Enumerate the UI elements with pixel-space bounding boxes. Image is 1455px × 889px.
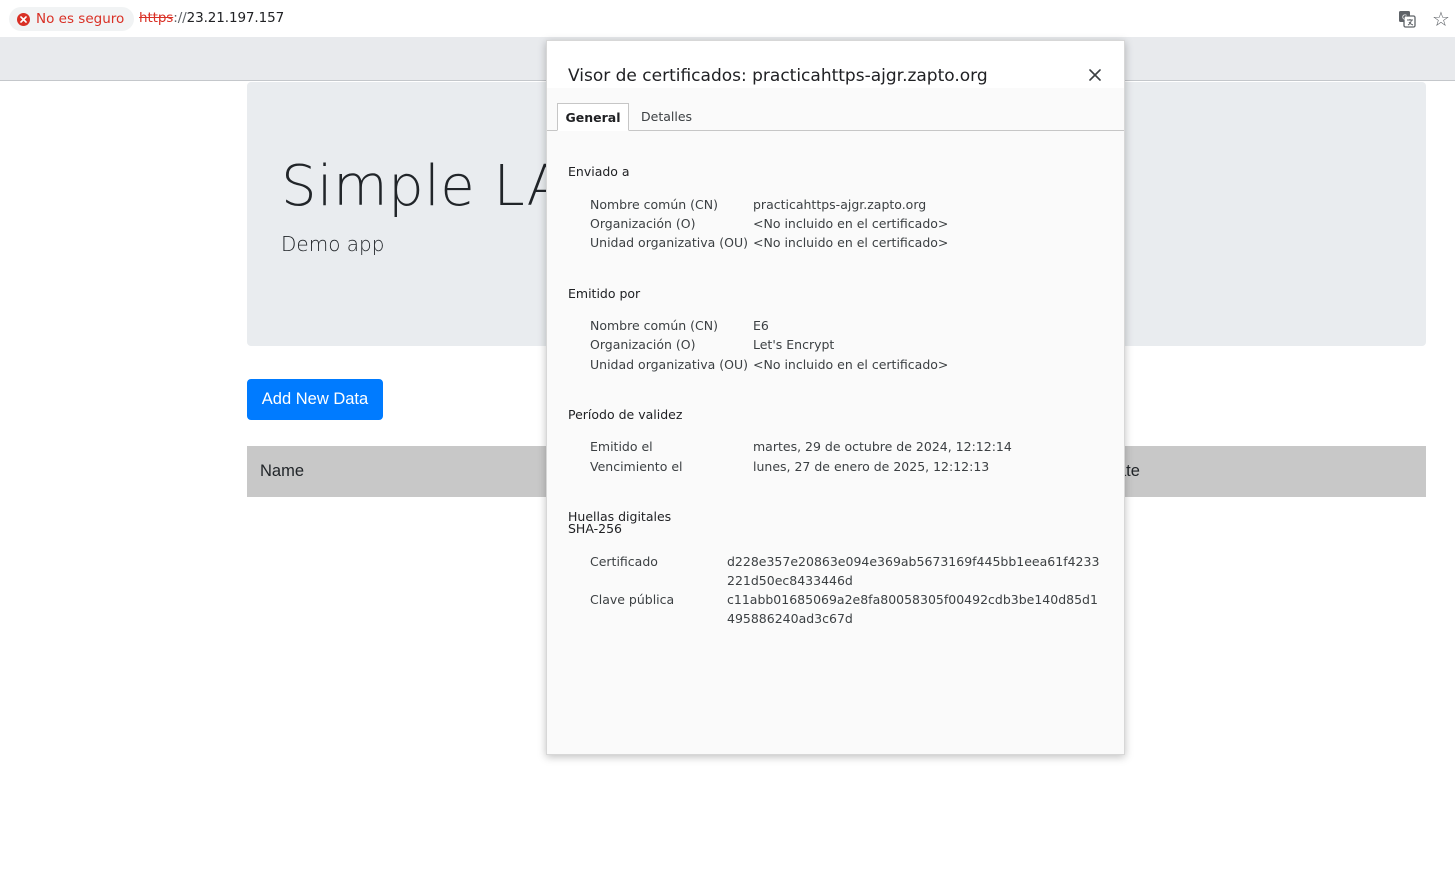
address-bar[interactable]: https://23.21.197.157 [139, 10, 284, 26]
validity-expires-label: Vencimiento el [590, 459, 683, 474]
add-new-data-button[interactable]: Add New Data [247, 379, 383, 420]
issued-by-o-label: Organización (O) [590, 337, 696, 352]
issued-to-o-label: Organización (O) [590, 216, 696, 231]
section-validity-title: Período de validez [568, 407, 683, 422]
issued-to-ou-label: Unidad organizativa (OU) [590, 235, 748, 250]
validity-issued-value: martes, 29 de octubre de 2024, 12:12:14 [753, 439, 1012, 454]
dialog-header: Visor de certificados: practicahttps-ajg… [547, 41, 1124, 88]
dialog-title: Visor de certificados: practicahttps-ajg… [568, 66, 988, 86]
issued-to-ou-value: <No incluido en el certificado> [753, 235, 949, 250]
page-subtitle: Demo app [281, 232, 385, 256]
certificate-viewer-dialog: Visor de certificados: practicahttps-ajg… [546, 40, 1125, 755]
url-scheme: https [139, 10, 174, 26]
issued-to-cn-label: Nombre común (CN) [590, 197, 718, 212]
security-label: No es seguro [36, 11, 125, 27]
tab-detalles[interactable]: Detalles [631, 103, 702, 130]
url-separator: :// [173, 10, 187, 26]
column-header-name[interactable]: Name [260, 462, 304, 481]
issued-by-ou-label: Unidad organizativa (OU) [590, 357, 748, 372]
tab-general[interactable]: General [557, 103, 629, 131]
svg-text:G: G [1402, 14, 1407, 22]
close-icon[interactable] [1083, 63, 1107, 87]
translate-icon[interactable]: G [1396, 8, 1418, 30]
dialog-tabs: General Detalles [547, 103, 1124, 131]
issued-to-o-value: <No incluido en el certificado> [753, 216, 949, 231]
issued-by-o-value: Let's Encrypt [753, 337, 835, 352]
section-issued-to-title: Enviado a [568, 164, 630, 179]
browser-toolbar: No es seguro https://23.21.197.157 G ☆ [0, 0, 1455, 37]
validity-expires-value: lunes, 27 de enero de 2025, 12:12:13 [753, 459, 990, 474]
issued-by-ou-value: <No incluido en el certificado> [753, 357, 949, 372]
issued-by-cn-label: Nombre común (CN) [590, 318, 718, 333]
security-indicator[interactable]: No es seguro [9, 7, 135, 31]
error-icon [17, 12, 30, 26]
url-host: 23.21.197.157 [186, 10, 285, 26]
fingerprint-cert-value: d228e357e20863e094e369ab5673169f445bb1ee… [727, 554, 1100, 588]
issued-to-cn-value: practicahttps-ajgr.zapto.org [753, 197, 927, 212]
validity-issued-label: Emitido el [590, 439, 653, 454]
star-icon[interactable]: ☆ [1430, 8, 1452, 30]
fingerprint-pubkey-value: c11abb01685069a2e8fa80058305f00492cdb3be… [727, 592, 1098, 626]
section-issued-by-title: Emitido por [568, 286, 641, 301]
section-fingerprints-title: Huellas digitales SHA-256 [568, 509, 672, 536]
fingerprint-cert-label: Certificado [590, 554, 658, 569]
issued-by-cn-value: E6 [753, 318, 769, 333]
fingerprint-pubkey-label: Clave pública [590, 592, 675, 607]
